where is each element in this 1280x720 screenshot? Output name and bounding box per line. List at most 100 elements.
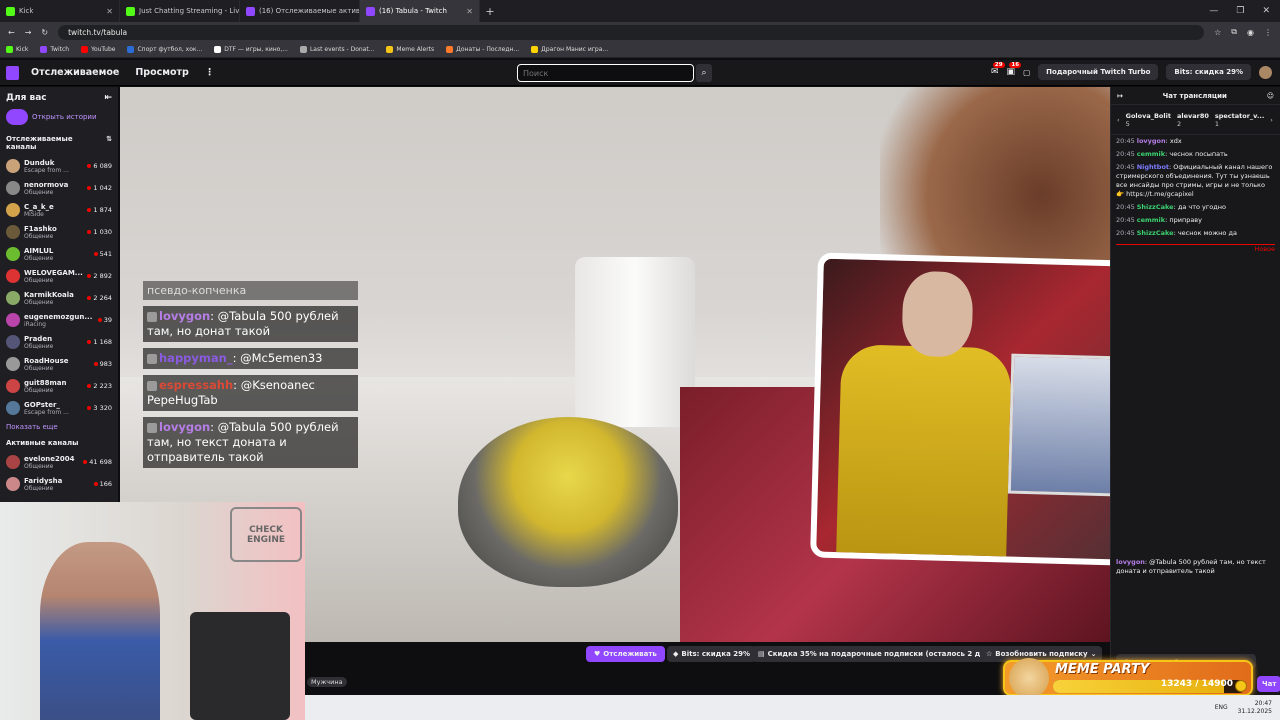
doge-icon [1009,658,1049,698]
channel-avatar [6,477,20,491]
new-tab-button[interactable]: + [480,5,500,18]
twitch-logo-icon[interactable] [6,65,19,80]
sidebar-channel[interactable]: WELOVEGAM... Общение 2 892 [0,265,118,287]
maximize-button[interactable]: ❐ [1236,6,1244,16]
live-dot-icon [93,252,98,256]
turbo-button[interactable]: Подарочный Twitch Turbo [1038,64,1159,80]
sidebar-channel[interactable]: AIMLUL Общение 541 [0,243,118,265]
bookmark-item[interactable]: Twitch [40,46,69,53]
notifications-icon[interactable]: ▣ 16 [1007,62,1022,77]
sidebar-channel[interactable]: Faridysha Общение 166 [0,473,118,495]
sort-icon[interactable]: ⇅ [106,135,112,151]
sidebar-channel[interactable]: Dunduk Escape from ... 6 089 [0,155,118,177]
chat-panel: ↦ Чат трансляции ☺ ‹ Golova_Bolit 5 alevar80 2… [1110,87,1280,695]
nav-following[interactable]: Отслеживаемое [31,67,119,78]
inbox-icon[interactable]: ✉ 29 [991,62,1005,77]
category-tag[interactable]: Мужчина [307,677,347,687]
chat-username[interactable]: Nightbot [1137,163,1169,171]
overlay-username: lovygon [159,420,211,434]
channel-avatar [6,203,20,217]
show-more-link[interactable]: Показать еще [0,419,118,435]
chat-timestamp: 20:45 [1116,229,1135,237]
chevron-left-icon[interactable]: ‹ [1117,116,1120,124]
follow-button[interactable]: ♥ Отслеживать [586,646,665,662]
search-icon[interactable]: ⌕ [696,64,712,82]
profile-icon[interactable]: ◉ [1247,28,1254,37]
gifter[interactable]: alevar80 2 [1177,112,1209,128]
search-input[interactable] [517,64,694,82]
followed-title: Отслеживаемые каналы [6,135,73,151]
forward-icon[interactable]: → [25,28,32,37]
taskbar-clock[interactable]: 20:47 31.12.2025 [1238,700,1272,716]
bookmark-item[interactable]: Meme Alerts [386,46,434,53]
tab-favicon-icon [366,6,375,16]
chat-username[interactable]: ShizzCake [1137,203,1174,211]
sidebar-channel[interactable]: RoadHouse Общение 983 [0,353,118,375]
browser-tab[interactable]: (16) Отслеживаемые активны✕ [240,0,360,22]
channel-avatar [6,269,20,283]
sidebar-channel[interactable]: evelone2004 Общение 41 698 [0,451,118,473]
bookmark-item[interactable]: YouTube [81,46,115,53]
bookmark-item[interactable]: Спорт футбол, хок... [127,46,202,53]
bookmark-item[interactable]: Kick [6,46,28,53]
sidebar-channel[interactable]: F1ashko Общение 1 030 [0,221,118,243]
back-icon[interactable]: ← [8,28,15,37]
chat-username[interactable]: lovygon [1137,137,1166,145]
bookmark-item[interactable]: DTF — игры, кино,... [214,46,288,53]
minimize-button[interactable]: — [1209,6,1218,16]
nav-browse[interactable]: Просмотр [135,67,189,78]
channel-category: Общение [24,386,54,394]
browser-tab[interactable]: Kick ✕ [0,0,120,22]
sidebar-channel[interactable]: Praden Общение 1 168 [0,331,118,353]
overlay-chat: псевдо-копченка lovygon: @Tabula 500 руб… [143,281,358,468]
more-icon[interactable]: ⋮ [205,67,215,78]
collapse-chat-icon[interactable]: ↦ [1117,92,1123,100]
sidebar-channel[interactable]: eugenemozgun... iRacing 39 [0,309,118,331]
live-dot-icon [87,230,92,234]
gift-sub-button[interactable]: ▤ Скидка 35% на подарочные подписки (оста… [752,646,1008,662]
close-window-button[interactable]: ✕ [1262,6,1270,16]
viewer-count: 3 320 [93,404,112,412]
channel-name: eugenemozgun... [24,312,93,321]
live-dot-icon [93,482,98,486]
url-input[interactable]: twitch.tv/tabula [58,24,1205,40]
sidebar-channel[interactable]: guit88man Общение 2 223 [0,375,118,397]
badge-icon [147,353,157,364]
extensions-icon[interactable]: ⧉ [1231,27,1237,37]
viewer-count: 1 030 [93,228,112,236]
chevron-right-icon[interactable]: › [1270,116,1273,124]
tab-favicon-icon [246,6,255,16]
chat-text: : чеснок можно да [1173,229,1237,237]
star-icon[interactable]: ☆ [1214,28,1221,37]
open-stories[interactable]: Открыть истории [0,109,118,131]
chat-username[interactable]: ShizzCake [1137,229,1174,237]
users-icon[interactable]: ☺ [1267,92,1274,100]
taskbar-lang[interactable]: ENG [1215,704,1228,711]
gifter[interactable]: spectator_v... 1 [1215,112,1264,128]
bookmark-item[interactable]: Донаты - Последн... [446,46,519,53]
bookmark-item[interactable]: Last events - Donat... [299,46,374,53]
browser-tab[interactable]: (16) Tabula - Twitch ✕ [360,0,480,22]
sidebar-channel[interactable]: C_a_k_e MiSide 1 874 [0,199,118,221]
bits-discount-button[interactable]: ◆ Bits: скидка 29% [667,646,756,662]
collapse-icon[interactable]: ⇤ [104,93,112,103]
whispers-icon[interactable]: ▢ [1023,68,1030,77]
sidebar-channel[interactable]: nenormova Общение 1 042 [0,177,118,199]
gifter[interactable]: Golova_Bolit 5 [1126,112,1171,128]
bookmark-item[interactable]: Драгон Манис игра... [531,46,608,53]
sidebar-channel[interactable]: KarmikKoala Общение 2 264 [0,287,118,309]
chat-username[interactable]: lovygon [1116,558,1145,566]
user-avatar[interactable] [1259,65,1272,79]
reload-icon[interactable]: ↻ [41,28,48,37]
sidebar-channel[interactable]: GOPster_ Escape from ... 3 320 [0,397,118,419]
close-tab-icon[interactable]: ✕ [466,7,473,16]
chat-send-button[interactable]: Чат [1257,676,1280,692]
chat-username[interactable]: cemmik [1137,216,1165,224]
bookmark-icon [81,46,89,53]
browser-tab[interactable]: Just Chatting Streaming - Live✕ [120,0,240,22]
channel-category: Общение [24,254,54,262]
menu-icon[interactable]: ⋮ [1264,28,1272,37]
chat-username[interactable]: cemmik [1137,150,1165,158]
bits-button[interactable]: Bits: скидка 29% [1166,64,1251,80]
close-tab-icon[interactable]: ✕ [106,7,113,16]
